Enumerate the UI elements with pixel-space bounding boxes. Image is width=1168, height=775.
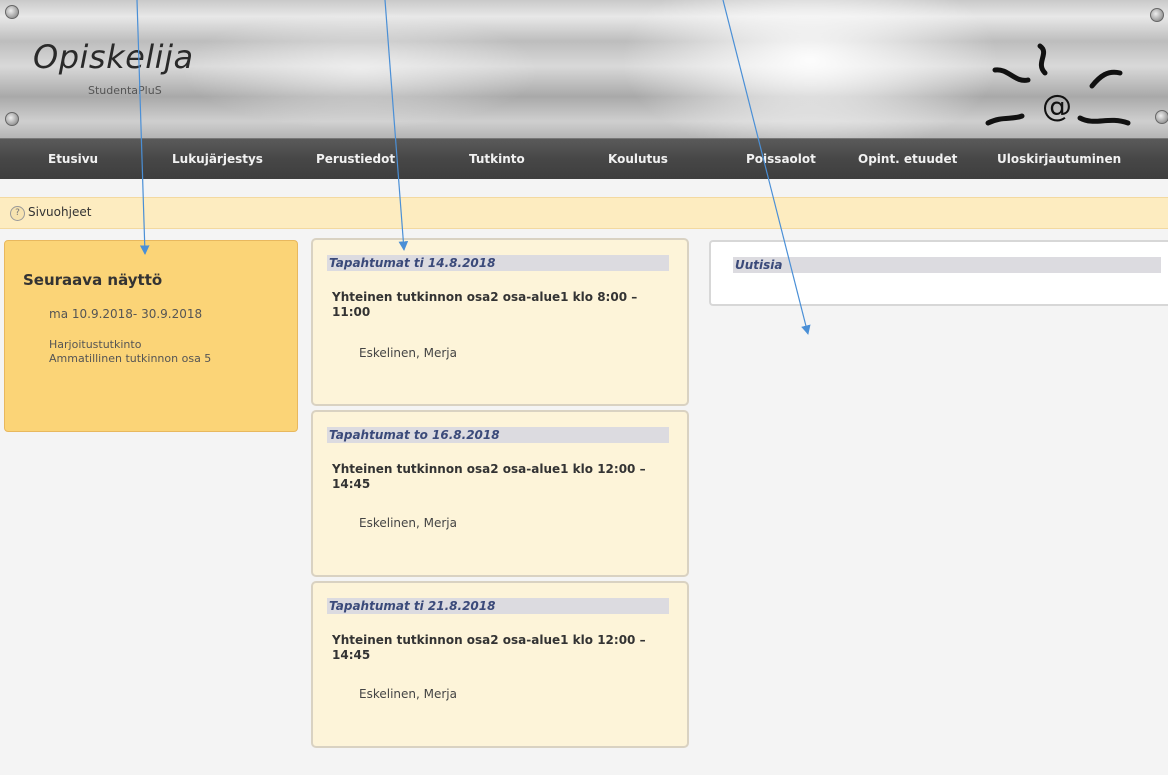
event-card: Tapahtumat ti 14.8.2018 Yhteinen tutkinn… [311, 238, 689, 406]
screw-icon [5, 5, 19, 19]
screw-icon [1155, 110, 1168, 124]
next-exam-title: Seuraava näyttö [23, 271, 163, 289]
nav-item-etusivu[interactable]: Etusivu [48, 139, 98, 179]
svg-text:@: @ [1042, 89, 1072, 124]
banner-sheen [620, 0, 1000, 138]
next-exam-dates: ma 10.9.2018- 30.9.2018 [49, 307, 203, 321]
next-exam-description: Harjoitustutkinto Ammatillinen tutkinnon… [49, 338, 211, 366]
event-heading: Tapahtumat ti 21.8.2018 [327, 598, 669, 614]
help-icon[interactable]: ? [10, 206, 25, 221]
event-heading: Tapahtumat ti 14.8.2018 [327, 255, 669, 271]
main-nav: Etusivu Lukujärjestys Perustiedot Tutkin… [0, 138, 1168, 179]
app-subtitle: StudentaPluS [88, 84, 162, 97]
news-box: Uutisia [709, 240, 1168, 306]
screw-icon [1150, 8, 1164, 22]
next-exam-panel: Seuraava näyttö ma 10.9.2018- 30.9.2018 … [4, 240, 298, 432]
event-card: Tapahtumat to 16.8.2018 Yhteinen tutkinn… [311, 410, 689, 577]
banner-sheen [180, 10, 540, 130]
next-exam-line2: Ammatillinen tutkinnon osa 5 [49, 352, 212, 365]
app-title: Opiskelija [33, 38, 194, 76]
nav-item-koulutus[interactable]: Koulutus [608, 139, 668, 179]
event-title[interactable]: Yhteinen tutkinnon osa2 osa-alue1 klo 12… [332, 462, 672, 492]
nav-item-lukujarjestys[interactable]: Lukujärjestys [172, 139, 263, 179]
help-link[interactable]: Sivuohjeet [28, 205, 91, 219]
event-heading: Tapahtumat to 16.8.2018 [327, 427, 669, 443]
help-bar: ? Sivuohjeet [0, 197, 1168, 229]
nav-item-perustiedot[interactable]: Perustiedot [316, 139, 395, 179]
event-title[interactable]: Yhteinen tutkinnon osa2 osa-alue1 klo 8:… [332, 290, 672, 320]
news-heading: Uutisia [733, 257, 1161, 273]
event-person: Eskelinen, Merja [359, 346, 457, 360]
nav-item-opint-etuudet[interactable]: Opint. etuudet [858, 139, 957, 179]
nav-item-tutkinto[interactable]: Tutkinto [469, 139, 525, 179]
sun-at-logo-icon: @ [985, 43, 1131, 126]
event-card: Tapahtumat ti 21.8.2018 Yhteinen tutkinn… [311, 581, 689, 748]
event-person: Eskelinen, Merja [359, 516, 457, 530]
event-person: Eskelinen, Merja [359, 687, 457, 701]
nav-item-poissaolot[interactable]: Poissaolot [746, 139, 816, 179]
event-title[interactable]: Yhteinen tutkinnon osa2 osa-alue1 klo 12… [332, 633, 672, 663]
nav-item-uloskirjautuminen[interactable]: Uloskirjautuminen [997, 139, 1121, 179]
header-banner: Opiskelija StudentaPluS @ [0, 0, 1168, 138]
screw-icon [5, 112, 19, 126]
next-exam-line1: Harjoitustutkinto [49, 338, 142, 351]
